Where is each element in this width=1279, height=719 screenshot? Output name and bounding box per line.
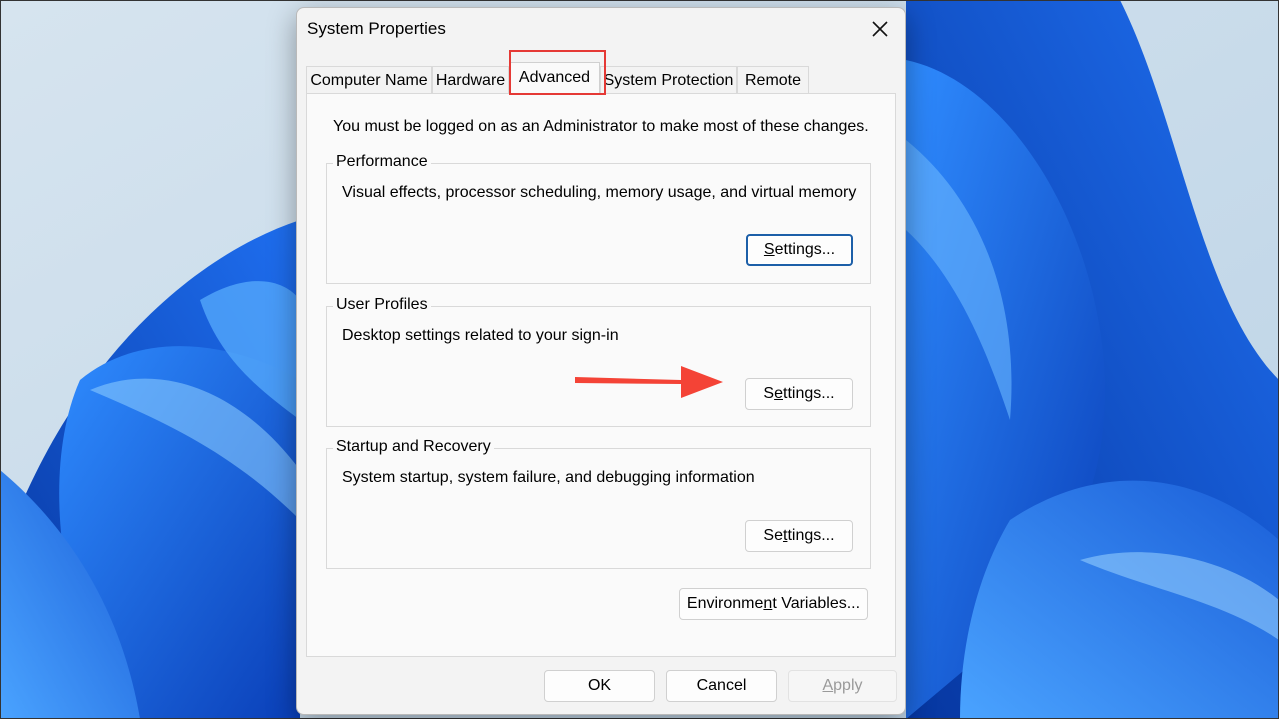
environment-variables-button[interactable]: Environme n t Variables... <box>679 588 868 620</box>
button-text-post: tings... <box>787 527 835 544</box>
access-key: e <box>774 385 783 402</box>
startup-recovery-description: System startup, system failure, and debu… <box>342 469 755 486</box>
ok-button[interactable]: OK <box>544 670 655 702</box>
performance-title: Performance <box>333 153 431 171</box>
admin-note: You must be logged on as an Administrato… <box>333 118 869 135</box>
tab-advanced[interactable]: Advanced <box>509 62 600 94</box>
button-text-post: t Variables... <box>772 595 861 612</box>
access-key: n <box>763 595 773 612</box>
startup-recovery-title: Startup and Recovery <box>333 438 494 456</box>
startup-recovery-settings-button[interactable]: Se t tings... <box>745 520 853 552</box>
access-key: S <box>763 241 775 258</box>
red-arrow-annotation <box>575 366 723 398</box>
cancel-button[interactable]: Cancel <box>666 670 777 702</box>
close-button[interactable] <box>855 8 905 50</box>
button-text-pre: S <box>763 385 775 402</box>
user-profiles-settings-button[interactable]: Se ttings... <box>745 378 853 410</box>
performance-description: Visual effects, processor scheduling, me… <box>342 184 857 201</box>
user-profiles-description: Desktop settings related to your sign-in <box>342 327 619 344</box>
button-text-pre: Se <box>763 527 783 544</box>
button-text-post: ttings... <box>783 385 835 402</box>
tab-system-protection[interactable]: System Protection <box>600 66 737 93</box>
performance-settings-button[interactable]: Settings... <box>746 234 853 266</box>
button-text-post: ettings... <box>774 241 836 258</box>
window-title: System Properties <box>307 19 446 38</box>
access-key: A <box>822 677 834 694</box>
title-bar[interactable]: System Properties <box>297 8 905 52</box>
performance-group: Performance Visual effects, processor sc… <box>326 153 871 284</box>
button-text-post: pply <box>833 677 863 694</box>
tab-computer-name[interactable]: Computer Name <box>306 66 432 93</box>
button-text-pre: Environme <box>686 595 764 612</box>
tab-hardware[interactable]: Hardware <box>432 66 509 93</box>
system-properties-dialog: System Properties Computer Name Hardware… <box>296 7 906 715</box>
tab-remote[interactable]: Remote <box>737 66 809 93</box>
close-icon <box>872 21 888 37</box>
startup-recovery-group: Startup and Recovery System startup, sys… <box>326 438 871 569</box>
user-profiles-title: User Profiles <box>333 296 431 314</box>
apply-button[interactable]: Apply <box>788 670 897 702</box>
